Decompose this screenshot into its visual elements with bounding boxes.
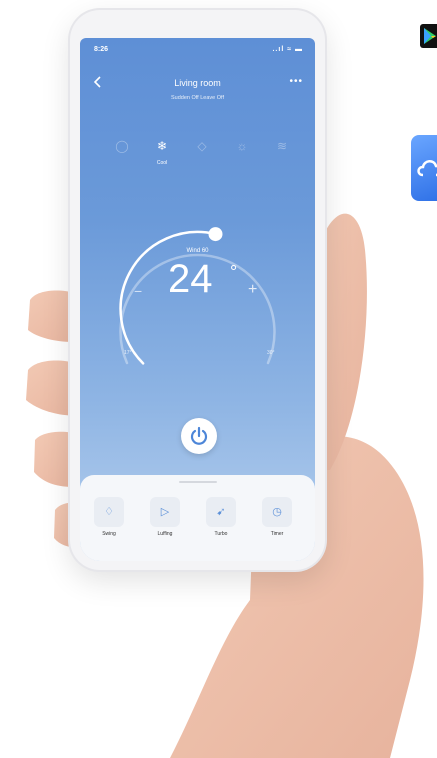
function-label: Luffing bbox=[157, 531, 173, 537]
function-label: Timer bbox=[270, 531, 284, 537]
turbo-button[interactable]: ➹ Turbo bbox=[202, 497, 240, 537]
more-menu-button[interactable]: ••• bbox=[289, 76, 303, 87]
min-temp-label: 17° bbox=[124, 350, 132, 356]
function-panel: ♢ Swing ▷ Luffing ➹ Turbo ◷ Timer bbox=[80, 475, 315, 561]
temperature-unit: ° bbox=[230, 262, 238, 282]
drop-icon: ◇ bbox=[197, 139, 207, 153]
function-label: Turbo bbox=[214, 531, 228, 537]
increase-temp-button[interactable]: + bbox=[248, 281, 257, 299]
timer-button[interactable]: ◷ Timer bbox=[258, 497, 296, 537]
mode-heat[interactable]: ☼ bbox=[226, 138, 258, 160]
cloud-app-icon bbox=[411, 135, 437, 201]
clock-icon: ◷ bbox=[262, 497, 292, 527]
function-label: Swing bbox=[102, 531, 116, 537]
status-time: 8:26 bbox=[94, 46, 109, 53]
page-title: Living room bbox=[174, 78, 221, 88]
temperature-dial[interactable] bbox=[100, 213, 295, 393]
turbo-icon: ➹ bbox=[206, 497, 236, 527]
fan-icon: ≋ bbox=[276, 139, 288, 153]
phone-frame: 8:26 ..ıl ≈ ▬ Living room Sudden Off Lea… bbox=[70, 10, 325, 570]
dial-knob[interactable] bbox=[208, 227, 223, 242]
snowflake-icon: ❄ bbox=[156, 139, 168, 153]
power-button[interactable] bbox=[181, 418, 217, 454]
mode-selector: ◯ ❄ Cool ◇ ☼ ≋ bbox=[106, 138, 296, 178]
mode-dry[interactable]: ◇ bbox=[186, 138, 218, 160]
luffing-icon: ▷ bbox=[150, 497, 180, 527]
mode-auto[interactable]: ◯ bbox=[106, 138, 138, 160]
mode-cool[interactable]: ❄ Cool bbox=[146, 138, 178, 166]
sheet-handle[interactable] bbox=[179, 481, 217, 483]
power-icon bbox=[190, 426, 208, 445]
status-system-icons: ..ıl ≈ ▬ bbox=[272, 46, 303, 53]
swing-button[interactable]: ♢ Swing bbox=[90, 497, 128, 537]
mode-label: Cool bbox=[156, 160, 168, 166]
max-temp-label: 30° bbox=[267, 350, 275, 356]
wind-speed-label: Wind 60 bbox=[186, 248, 209, 254]
app-screen: 8:26 ..ıl ≈ ▬ Living room Sudden Off Lea… bbox=[80, 38, 315, 561]
mode-fan[interactable]: ≋ bbox=[266, 138, 298, 160]
auto-icon: ◯ bbox=[115, 139, 129, 153]
temperature-value: 24 bbox=[168, 257, 213, 301]
luffing-button[interactable]: ▷ Luffing bbox=[146, 497, 184, 537]
status-bar: 8:26 ..ıl ≈ ▬ bbox=[80, 38, 315, 58]
heat-icon: ☼ bbox=[236, 139, 248, 153]
swing-icon: ♢ bbox=[94, 497, 124, 527]
page-subtitle: Sudden Off Leave Off bbox=[170, 95, 224, 101]
decrease-temp-button[interactable]: − bbox=[134, 283, 142, 299]
google-play-icon bbox=[420, 24, 437, 48]
